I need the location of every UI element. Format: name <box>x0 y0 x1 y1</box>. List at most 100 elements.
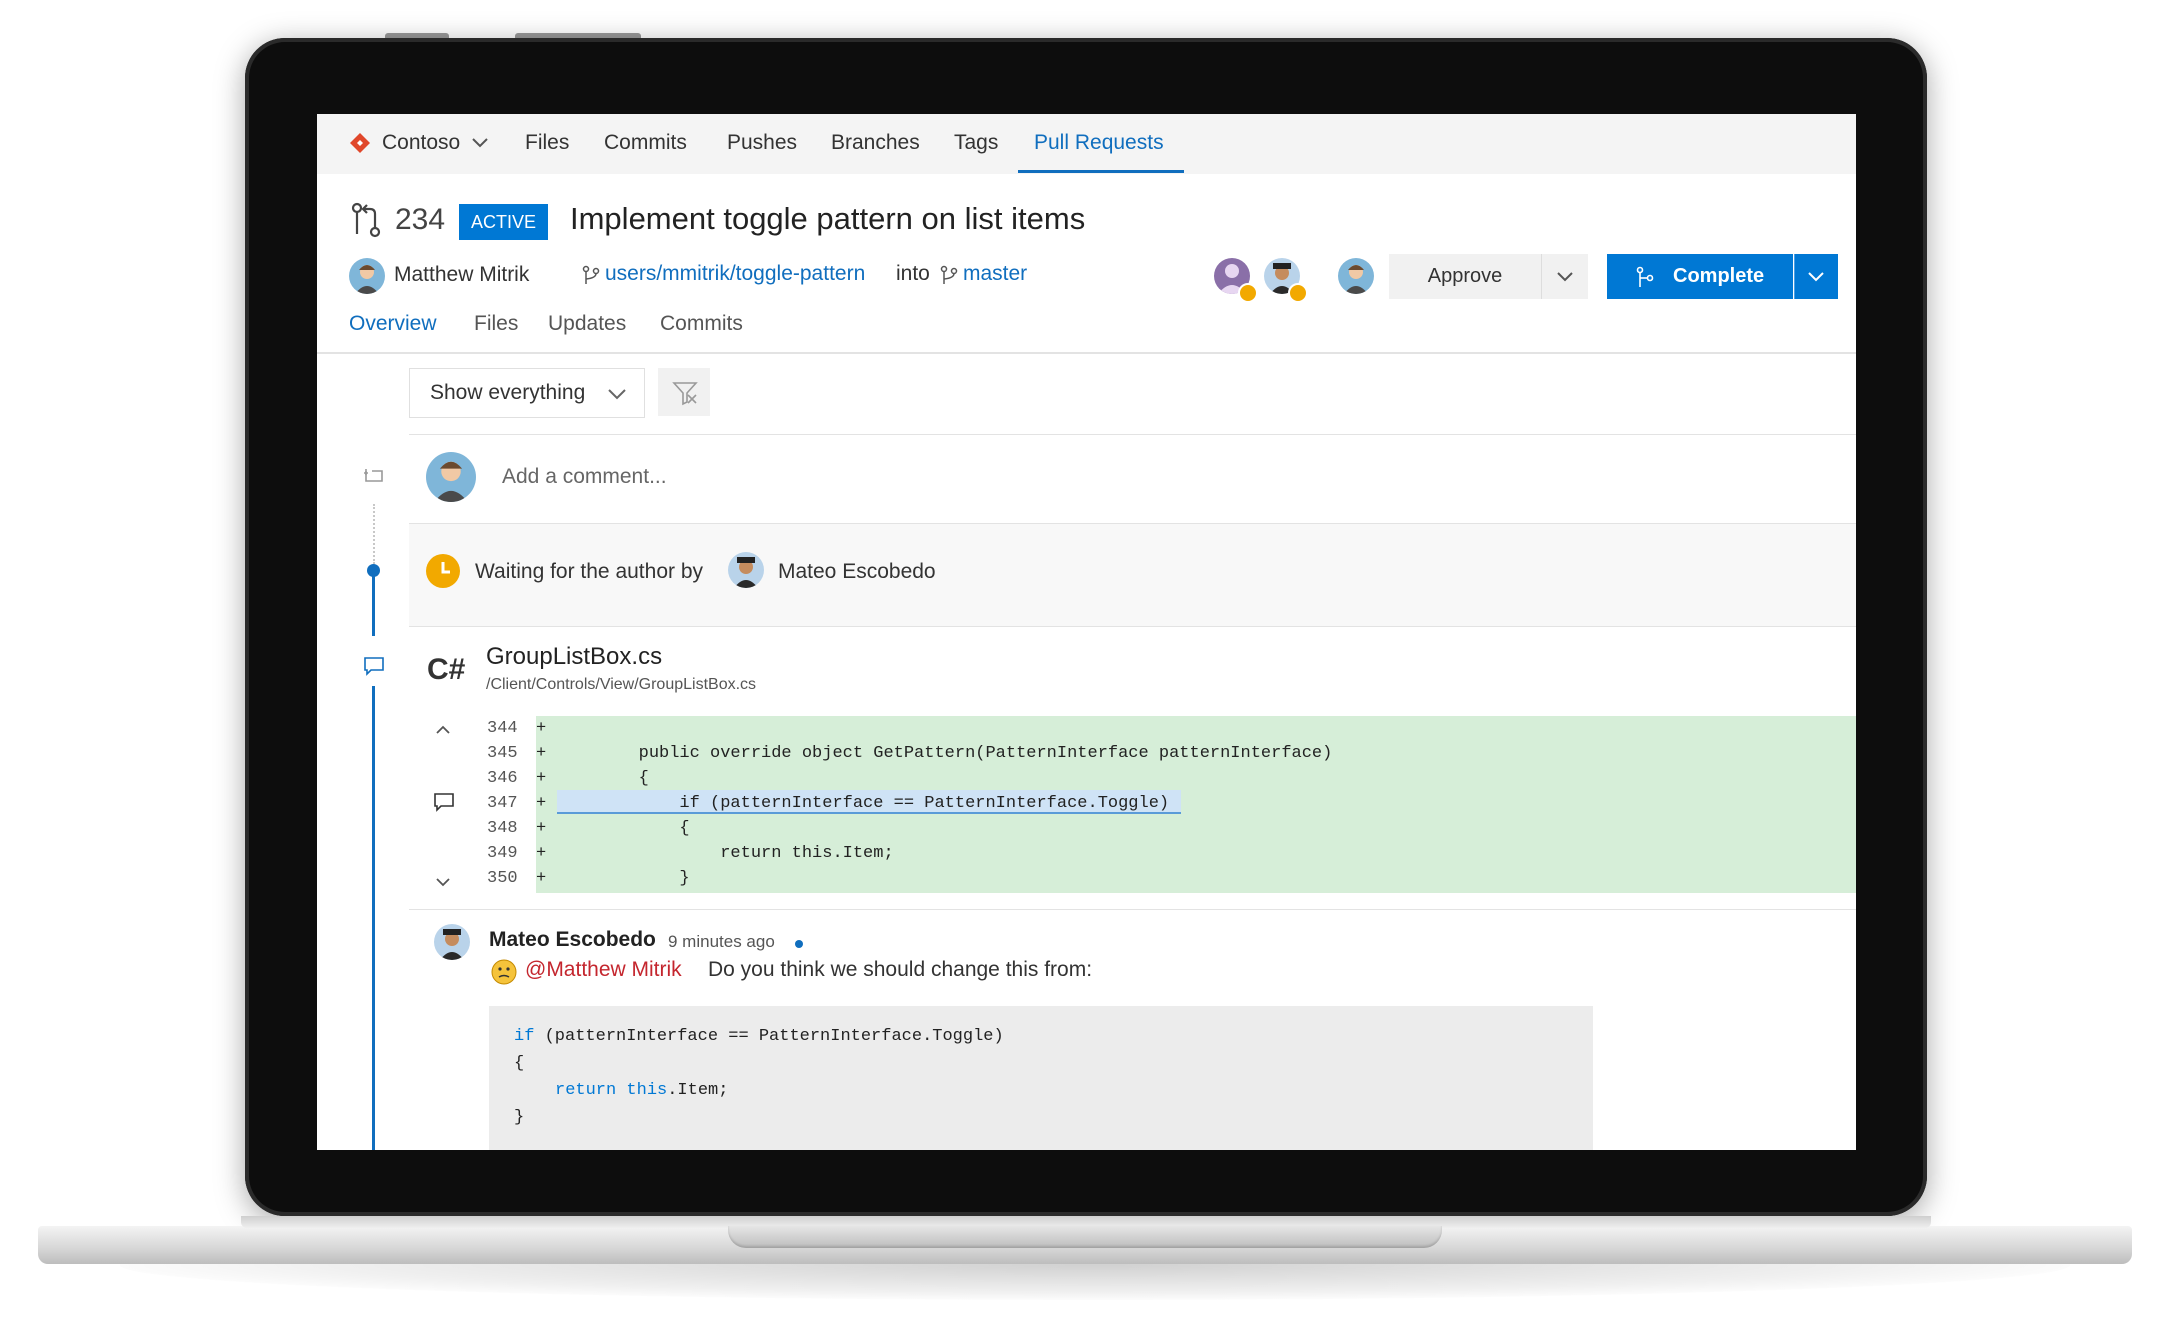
code-line: { <box>557 819 690 838</box>
code-keyword: return <box>555 1081 617 1100</box>
commenter-name[interactable]: Mateo Escobedo <box>489 928 656 952</box>
chevron-down-icon[interactable] <box>472 138 488 148</box>
author-name[interactable]: Matthew Mitrik <box>394 263 529 287</box>
comment-input[interactable]: Add a comment... <box>502 465 667 489</box>
avatar-image <box>440 929 464 960</box>
comment-text: Do you think we should change this from: <box>708 958 1093 981</box>
header-divider <box>317 352 1856 354</box>
into-label: into <box>896 262 930 285</box>
user-mention[interactable]: @Matthew Mitrik <box>525 958 682 982</box>
tab-updates[interactable]: Updates <box>548 312 626 336</box>
line-number: 345 <box>487 744 518 763</box>
status-event-user[interactable]: Mateo Escobedo <box>778 560 936 584</box>
code-line: } <box>557 869 690 888</box>
unread-indicator <box>795 940 803 948</box>
comment-icon <box>364 657 384 676</box>
reviewer-avatar[interactable] <box>1338 258 1374 294</box>
nav-active-indicator <box>1018 170 1184 173</box>
expand-down-icon[interactable] <box>436 878 450 887</box>
file-name[interactable]: GroupListBox.cs <box>486 643 662 671</box>
laptop-notch <box>728 1226 1442 1248</box>
avatar-image <box>734 557 758 588</box>
expand-up-icon[interactable] <box>436 725 450 734</box>
confused-emoji-icon <box>491 959 517 985</box>
complete-options-button[interactable] <box>1794 254 1838 299</box>
status-user-avatar[interactable] <box>728 552 764 588</box>
code-line: { <box>514 1054 525 1073</box>
screen: Contoso Files Commits Pushes Branches Ta… <box>317 114 1856 1150</box>
comment-add-icon <box>364 469 383 482</box>
current-user-avatar <box>426 452 476 502</box>
code-line: return this.Item; <box>555 1081 728 1100</box>
code-line: if (patternInterface == PatternInterface… <box>514 1027 1004 1046</box>
tab-files[interactable]: Files <box>474 312 518 336</box>
comment-code-block: if (patternInterface == PatternInterface… <box>489 1006 1593 1150</box>
avatar-image <box>1344 265 1368 294</box>
code-keyword: this <box>626 1081 668 1100</box>
filter-selected-value: Show everything <box>430 381 586 404</box>
diff-sign: + <box>536 794 547 813</box>
filter-button[interactable] <box>658 368 710 416</box>
code-text: (patternInterface == PatternInterface.To… <box>534 1027 1004 1046</box>
timeline-line <box>372 576 375 636</box>
diff-sign: + <box>536 844 547 863</box>
chevron-down-icon <box>608 389 626 400</box>
csharp-file-icon: C# <box>427 653 466 686</box>
nav-pushes[interactable]: Pushes <box>727 131 797 155</box>
diff-sign: + <box>536 744 547 763</box>
line-number: 349 <box>487 844 518 863</box>
tab-overview[interactable]: Overview <box>349 312 437 336</box>
code-line: return this.Item; <box>557 844 894 863</box>
code-line: public override object GetPattern(Patter… <box>557 744 1333 763</box>
author-avatar[interactable] <box>349 258 385 294</box>
line-number: 350 <box>487 869 518 888</box>
code-line: if (patternInterface == PatternInterface… <box>557 794 1170 813</box>
chevron-down-icon <box>1808 272 1824 282</box>
nav-files[interactable]: Files <box>525 131 569 155</box>
pr-number: 234 <box>395 203 446 236</box>
line-comment-icon[interactable] <box>433 792 455 812</box>
timeline-line <box>372 686 375 1150</box>
repo-name[interactable]: Contoso <box>382 131 460 155</box>
activity-filter-select[interactable]: Show everything <box>409 368 645 418</box>
diff-sign: + <box>536 719 547 738</box>
complete-label: Complete <box>1673 265 1765 287</box>
approve-options-button[interactable] <box>1541 254 1588 299</box>
complete-button[interactable]: Complete <box>1607 254 1793 299</box>
code-keyword: if <box>514 1027 535 1046</box>
clock-icon <box>426 554 460 588</box>
target-branch-link[interactable]: master <box>963 262 1027 286</box>
code-line: } <box>514 1108 525 1127</box>
comment-timestamp: 9 minutes ago <box>668 932 775 951</box>
line-number: 346 <box>487 769 518 788</box>
approve-button[interactable]: Approve <box>1389 254 1541 299</box>
status-badge: ACTIVE <box>459 204 549 240</box>
divider <box>409 909 1856 910</box>
branch-icon <box>582 265 600 284</box>
merge-icon <box>1636 266 1654 287</box>
avatar-image <box>434 461 468 502</box>
chevron-down-icon <box>1557 272 1573 282</box>
nav-branches[interactable]: Branches <box>831 131 920 155</box>
repo-icon <box>350 133 370 153</box>
page-title: Implement toggle pattern on list items <box>570 201 1086 236</box>
line-number: 347 <box>487 794 518 813</box>
commenter-avatar[interactable] <box>434 924 470 960</box>
line-number: 348 <box>487 819 518 838</box>
nav-pull-requests[interactable]: Pull Requests <box>1034 131 1164 155</box>
timeline-dotted-connector <box>373 504 375 564</box>
code-text: .Item; <box>667 1081 729 1100</box>
diff-sign: + <box>536 769 547 788</box>
nav-tags[interactable]: Tags <box>954 131 998 155</box>
line-number: 344 <box>487 719 518 738</box>
branch-icon <box>940 265 958 284</box>
nav-commits[interactable]: Commits <box>604 131 687 155</box>
source-branch-link[interactable]: users/mmitrik/toggle-pattern <box>605 262 865 286</box>
pull-request-icon <box>351 202 381 238</box>
diff-sign: + <box>536 869 547 888</box>
avatar-image <box>355 265 379 294</box>
waiting-badge-icon <box>1288 283 1308 303</box>
top-nav: Contoso Files Commits Pushes Branches Ta… <box>317 114 1856 174</box>
status-event-text: Waiting for the author by <box>475 560 704 583</box>
tab-commits[interactable]: Commits <box>660 312 743 336</box>
